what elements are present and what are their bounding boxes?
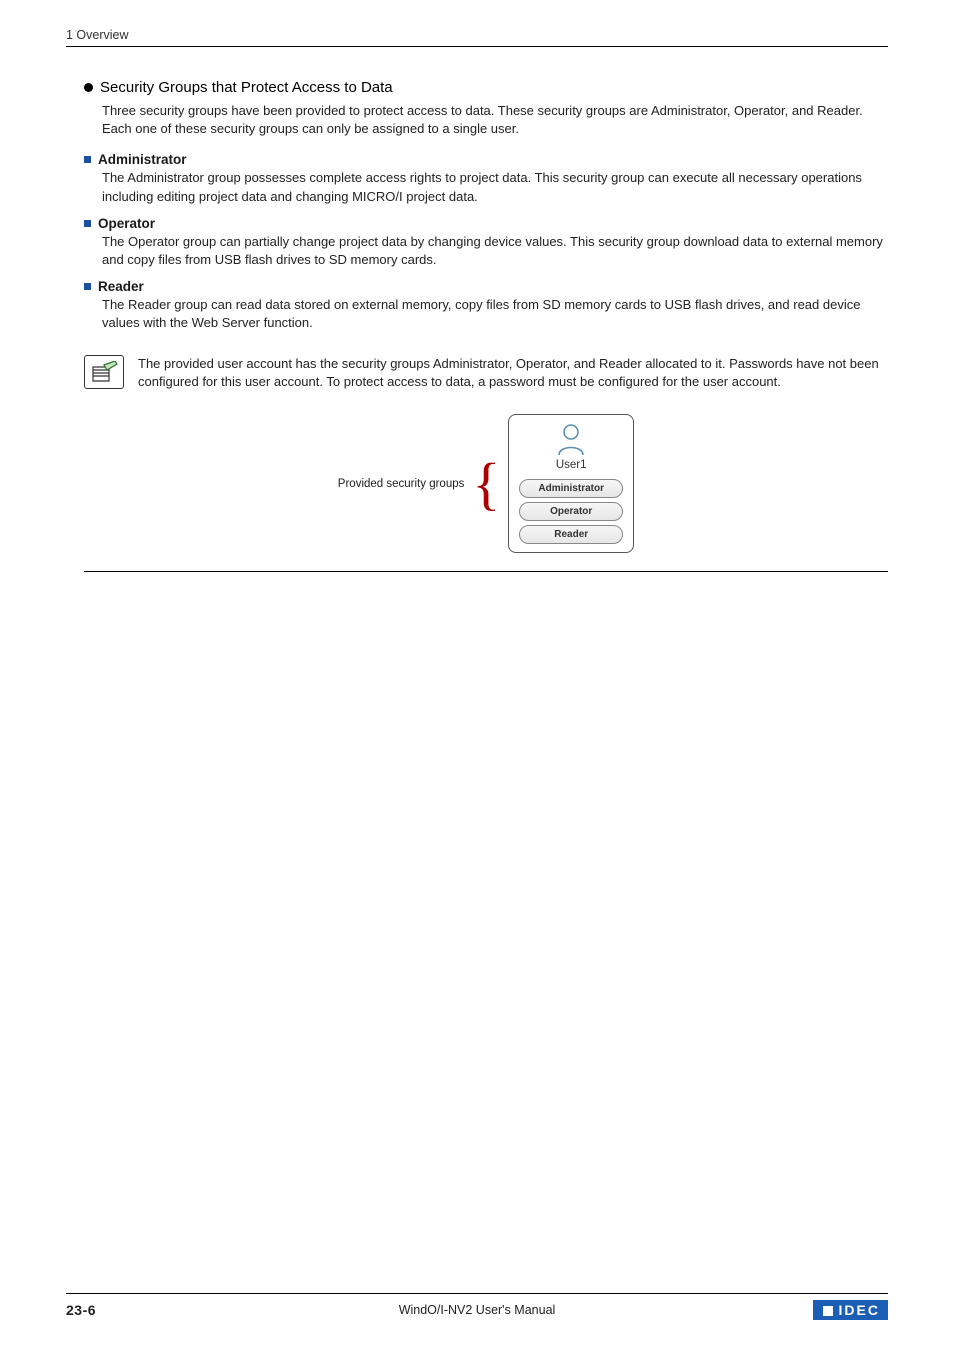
- section-title: Security Groups that Protect Access to D…: [84, 79, 888, 96]
- provided-groups-label: Provided security groups: [338, 478, 465, 490]
- page-number: 23-6: [66, 1302, 96, 1318]
- running-header: 1 Overview: [66, 28, 888, 47]
- page-content: Security Groups that Protect Access to D…: [66, 47, 888, 572]
- group-desc: The Administrator group possesses comple…: [102, 169, 888, 205]
- manual-name: WindO/I-NV2 User's Manual: [399, 1303, 556, 1317]
- brace-icon: {: [472, 458, 500, 510]
- group-desc: The Operator group can partially change …: [102, 233, 888, 269]
- section-rule: [84, 571, 888, 572]
- group-heading-text: Operator: [98, 216, 155, 231]
- note-icon: [84, 355, 124, 389]
- group-heading-text: Administrator: [98, 152, 187, 167]
- chip-reader: Reader: [519, 525, 623, 544]
- chip-administrator: Administrator: [519, 479, 623, 498]
- chip-operator: Operator: [519, 502, 623, 521]
- group-administrator: Administrator The Administrator group po…: [84, 152, 888, 205]
- user-name-label: User1: [556, 459, 587, 471]
- note-block: The provided user account has the securi…: [84, 355, 888, 393]
- group-operator: Operator The Operator group can partiall…: [84, 216, 888, 269]
- group-reader: Reader The Reader group can read data st…: [84, 279, 888, 332]
- note-text: The provided user account has the securi…: [138, 355, 888, 393]
- section-title-text: Security Groups that Protect Access to D…: [100, 79, 393, 96]
- user-box: User1 Administrator Operator Reader: [508, 414, 634, 553]
- diagram: Provided security groups { User1 Adminis…: [84, 414, 888, 571]
- group-heading-text: Reader: [98, 279, 144, 294]
- group-heading: Operator: [84, 216, 888, 231]
- user-icon: [553, 423, 589, 457]
- section-intro: Three security groups have been provided…: [102, 102, 888, 138]
- page-footer: 23-6 WindO/I-NV2 User's Manual IDEC: [66, 1293, 888, 1320]
- group-heading: Administrator: [84, 152, 888, 167]
- group-heading: Reader: [84, 279, 888, 294]
- brand-logo: IDEC: [813, 1300, 888, 1320]
- group-desc: The Reader group can read data stored on…: [102, 296, 888, 332]
